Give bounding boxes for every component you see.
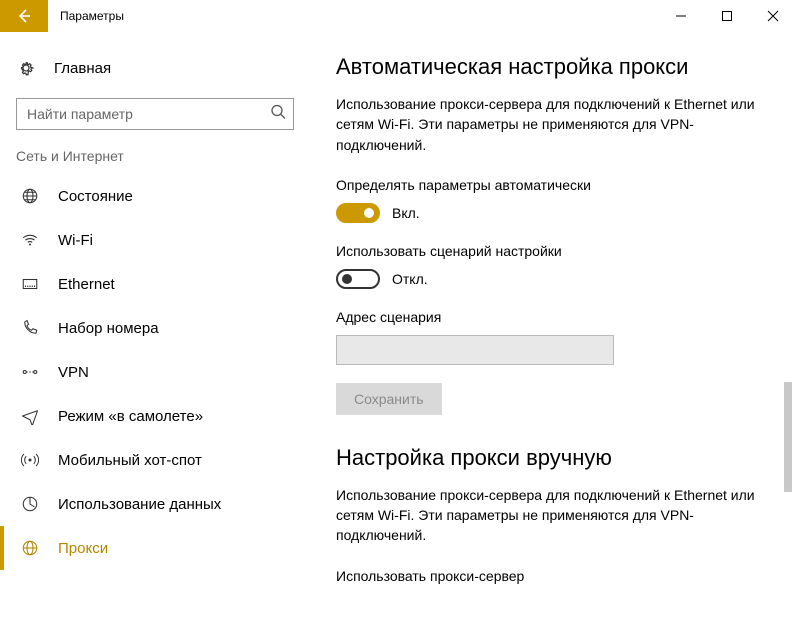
script-address-input[interactable] bbox=[336, 335, 614, 365]
gear-icon bbox=[16, 59, 36, 77]
sidebar-item-label: VPN bbox=[58, 364, 89, 381]
save-button[interactable]: Сохранить bbox=[336, 383, 442, 415]
search-icon bbox=[270, 104, 286, 125]
sidebar-item-airplane[interactable]: Режим «в самолете» bbox=[0, 394, 310, 438]
use-script-label: Использовать сценарий настройки bbox=[336, 243, 770, 259]
content-pane: Автоматическая настройка прокси Использо… bbox=[310, 32, 796, 630]
maximize-button[interactable] bbox=[704, 0, 750, 32]
minimize-button[interactable] bbox=[658, 0, 704, 32]
globe-icon bbox=[20, 539, 40, 557]
sidebar-item-label: Использование данных bbox=[58, 496, 221, 513]
sidebar-item-vpn[interactable]: VPN bbox=[0, 350, 310, 394]
nav-group-header: Сеть и Интернет bbox=[0, 148, 310, 174]
toggle-knob bbox=[364, 208, 374, 218]
back-button[interactable] bbox=[0, 0, 48, 32]
maximize-icon bbox=[721, 10, 733, 22]
sidebar-item-ethernet[interactable]: Ethernet bbox=[0, 262, 310, 306]
home-nav[interactable]: Главная bbox=[0, 48, 310, 88]
search-input[interactable] bbox=[16, 98, 294, 130]
data-icon bbox=[20, 495, 40, 513]
sidebar-item-status[interactable]: Состояние bbox=[0, 174, 310, 218]
use-script-state: Откл. bbox=[392, 271, 428, 287]
sidebar-item-label: Мобильный хот-спот bbox=[58, 452, 202, 469]
window-title: Параметры bbox=[48, 0, 124, 32]
sidebar-item-label: Состояние bbox=[58, 188, 133, 205]
phone-icon bbox=[20, 319, 40, 337]
arrow-left-icon bbox=[16, 8, 32, 24]
hotspot-icon bbox=[20, 451, 40, 469]
close-icon bbox=[767, 10, 779, 22]
sidebar: Главная Сеть и Интернет Состояние Wi-Fi … bbox=[0, 32, 310, 630]
auto-detect-toggle[interactable] bbox=[336, 203, 380, 223]
use-proxy-label: Использовать прокси-сервер bbox=[336, 568, 770, 584]
auto-detect-label: Определять параметры автоматически bbox=[336, 177, 770, 193]
sidebar-item-datausage[interactable]: Использование данных bbox=[0, 482, 310, 526]
vpn-icon bbox=[20, 363, 40, 381]
sidebar-item-label: Набор номера bbox=[58, 320, 159, 337]
globe-icon bbox=[20, 187, 40, 205]
section-desc-auto: Использование прокси-сервера для подключ… bbox=[336, 94, 756, 155]
script-address-label: Адрес сценария bbox=[336, 309, 770, 325]
sidebar-item-label: Прокси bbox=[58, 540, 108, 557]
scrollbar[interactable] bbox=[782, 32, 794, 630]
ethernet-icon bbox=[20, 275, 40, 293]
auto-detect-toggle-row: Вкл. bbox=[336, 203, 770, 223]
section-heading-auto: Автоматическая настройка прокси bbox=[336, 54, 770, 80]
search-wrap bbox=[16, 98, 294, 130]
wifi-icon bbox=[20, 231, 40, 249]
section-desc-manual: Использование прокси-сервера для подключ… bbox=[336, 485, 756, 546]
sidebar-item-hotspot[interactable]: Мобильный хот-спот bbox=[0, 438, 310, 482]
sidebar-item-wifi[interactable]: Wi-Fi bbox=[0, 218, 310, 262]
section-heading-manual: Настройка прокси вручную bbox=[336, 445, 770, 471]
home-label: Главная bbox=[54, 60, 111, 77]
sidebar-item-label: Режим «в самолете» bbox=[58, 408, 203, 425]
window-controls bbox=[658, 0, 796, 32]
sidebar-item-dialup[interactable]: Набор номера bbox=[0, 306, 310, 350]
titlebar: Параметры bbox=[0, 0, 796, 32]
use-script-toggle[interactable] bbox=[336, 269, 380, 289]
scrollbar-thumb[interactable] bbox=[784, 382, 792, 492]
close-button[interactable] bbox=[750, 0, 796, 32]
airplane-icon bbox=[20, 407, 40, 425]
sidebar-item-label: Wi-Fi bbox=[58, 232, 93, 249]
sidebar-item-proxy[interactable]: Прокси bbox=[0, 526, 310, 570]
auto-detect-state: Вкл. bbox=[392, 205, 420, 221]
minimize-icon bbox=[675, 10, 687, 22]
sidebar-item-label: Ethernet bbox=[58, 276, 115, 293]
toggle-knob bbox=[342, 274, 352, 284]
use-script-toggle-row: Откл. bbox=[336, 269, 770, 289]
